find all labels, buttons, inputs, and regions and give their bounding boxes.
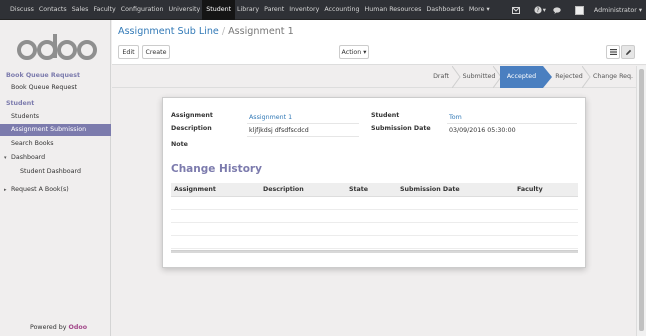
control-panel: Assignment Sub Line / Assignment 1 Edit Cr…: [112, 20, 646, 65]
submission-date-field[interactable]: 03/09/2016 05:30:00: [449, 127, 516, 134]
column-assignment[interactable]: Assignment: [174, 183, 216, 197]
menu-student[interactable]: Student: [202, 0, 236, 20]
table-row: [171, 197, 578, 210]
powered-by[interactable]: Powered by Odoo: [30, 324, 87, 331]
description-field-underline: [247, 136, 359, 137]
vertical-scrollbar[interactable]: [636, 66, 646, 336]
powered-by-brand: Odoo: [68, 324, 88, 331]
list-view-button[interactable]: [606, 45, 620, 59]
sidebar-item-search-books[interactable]: Search Books: [0, 138, 111, 150]
list-icon: [609, 49, 617, 55]
user-menu[interactable]: Administrator ▾: [568, 5, 642, 15]
form-sheet: Assignment Assignment 1 Description kljf…: [162, 97, 586, 268]
menu-university[interactable]: University: [168, 0, 200, 20]
help-icon: ?: [534, 6, 542, 14]
sidebar-section-book-queue: Book Queue Request: [6, 72, 81, 79]
menu-dashboards[interactable]: Dashboards: [426, 0, 463, 20]
sidebar-section-student: Student: [6, 100, 35, 107]
sidebar-item-dashboard[interactable]: ▾ Dashboard: [0, 152, 111, 164]
sidebar-item-book-queue-request[interactable]: Book Queue Request: [0, 82, 111, 94]
column-faculty[interactable]: Faculty: [517, 183, 543, 197]
mail-icon[interactable]: [511, 6, 520, 14]
help-menu[interactable]: ? ▾: [527, 6, 546, 14]
assignment-field[interactable]: Assignment 1: [249, 114, 292, 121]
description-label: Description: [171, 125, 212, 132]
form-view-button[interactable]: [621, 45, 635, 59]
student-field[interactable]: Tom: [449, 114, 462, 121]
sidebar-item-assignment-submission[interactable]: Assignment Submission: [0, 124, 111, 136]
statusbar: Draft Submitted Accepted Rejected Change…: [112, 66, 636, 88]
sidebar-item-request-book-label: Request A Book(s): [11, 186, 69, 193]
user-caret: ▾: [638, 6, 642, 14]
breadcrumb: Assignment Sub Line / Assignment 1: [118, 26, 294, 37]
menu-discuss[interactable]: Discuss: [10, 0, 34, 20]
history-table-footer: [171, 250, 578, 253]
caret-right-icon: ▸: [4, 187, 7, 193]
powered-by-text: Powered by: [30, 324, 67, 331]
menu-inventory[interactable]: Inventory: [289, 0, 319, 20]
column-description[interactable]: Description: [263, 183, 304, 197]
table-row: [171, 236, 578, 249]
note-label: Note: [171, 141, 188, 148]
user-name: Administrator: [593, 6, 637, 14]
breadcrumb-current: Assignment 1: [228, 26, 294, 37]
history-table-header: Assignment Description State Submission …: [171, 183, 578, 197]
menu-contacts[interactable]: Contacts: [39, 0, 67, 20]
edit-icon: [625, 49, 631, 55]
menu-configuration[interactable]: Configuration: [121, 0, 164, 20]
stage-accepted[interactable]: Accepted: [500, 66, 543, 88]
menu-accounting[interactable]: Accounting: [324, 0, 359, 20]
column-submission-date[interactable]: Submission Date: [400, 183, 460, 197]
systray: ? ▾ Administrator ▾: [505, 0, 642, 20]
menu-sales[interactable]: Sales: [72, 0, 89, 20]
menu-faculty[interactable]: Faculty: [93, 0, 115, 20]
edit-button[interactable]: Edit: [118, 45, 139, 59]
menu-parent[interactable]: Parent: [264, 0, 284, 20]
menu-library[interactable]: Library: [237, 0, 259, 20]
menu-human-resources[interactable]: Human Resources: [365, 0, 422, 20]
svg-text:?: ?: [536, 7, 539, 14]
avatar: [574, 5, 584, 15]
chat-icon[interactable]: [553, 6, 561, 14]
student-label: Student: [371, 112, 400, 119]
odoo-logo[interactable]: [16, 31, 98, 65]
top-navbar: Discuss Contacts Sales Faculty Configura…: [0, 0, 646, 20]
sidebar-item-dashboard-label: Dashboard: [11, 154, 46, 161]
sidebar: Book Queue Request Book Queue Request St…: [0, 20, 111, 336]
caret-down-icon: ▾: [4, 155, 7, 161]
assignment-label: Assignment: [171, 112, 213, 119]
submission-date-label: Submission Date: [371, 125, 431, 132]
main-menu: Discuss Contacts Sales Faculty Configura…: [0, 0, 495, 20]
sidebar-item-students[interactable]: Students: [0, 111, 111, 123]
breadcrumb-separator: /: [221, 26, 226, 37]
description-field[interactable]: kljfjkdsj dfsdfscdcd: [249, 127, 309, 134]
student-field-underline: [447, 123, 577, 124]
scrollbar-thumb[interactable]: [639, 69, 644, 331]
table-row: [171, 210, 578, 223]
change-history-title: Change History: [171, 163, 262, 175]
column-state[interactable]: State: [349, 183, 368, 197]
help-caret: ▾: [542, 6, 546, 14]
sidebar-item-student-dashboard[interactable]: Student Dashboard: [0, 166, 111, 178]
create-button[interactable]: Create: [142, 45, 170, 59]
action-dropdown[interactable]: Action ▾: [339, 45, 369, 59]
table-row: [171, 223, 578, 236]
menu-more[interactable]: More ▾: [469, 0, 490, 20]
stage-change-req[interactable]: Change Req.: [590, 66, 636, 88]
sidebar-item-request-book[interactable]: ▸ Request A Book(s): [0, 184, 111, 196]
breadcrumb-parent[interactable]: Assignment Sub Line: [118, 26, 219, 37]
assignment-field-underline: [247, 123, 359, 124]
